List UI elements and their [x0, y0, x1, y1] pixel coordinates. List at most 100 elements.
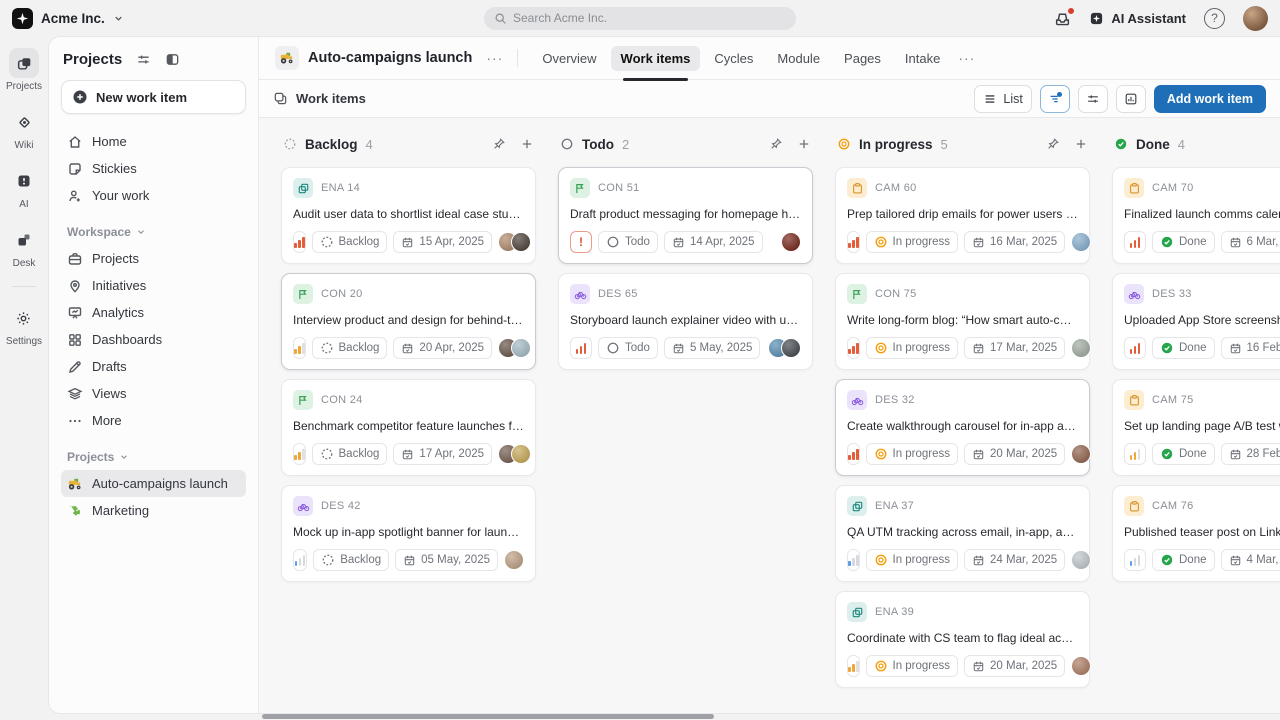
priority-low-chip[interactable]: [293, 549, 307, 571]
due-date-chip[interactable]: 20 Mar, 2025: [964, 443, 1065, 465]
priority-medium-chip[interactable]: [847, 655, 860, 677]
tab-work-items[interactable]: Work items: [611, 46, 701, 71]
tab-module[interactable]: Module: [767, 46, 830, 71]
work-item-card[interactable]: CON 20Interview product and design for b…: [281, 273, 536, 370]
work-item-card[interactable]: ENA 14Audit user data to shortlist ideal…: [281, 167, 536, 264]
state-chip[interactable]: In progress: [866, 337, 959, 359]
rail-item-projects[interactable]: Projects: [6, 48, 42, 92]
priority-high-chip[interactable]: [847, 337, 860, 359]
work-item-card[interactable]: DES 42Mock up in-app spotlight banner fo…: [281, 485, 536, 582]
assignee-avatars[interactable]: [781, 232, 801, 252]
ai-assistant-button[interactable]: AI Assistant: [1089, 11, 1186, 26]
assignee-avatars[interactable]: [498, 338, 531, 358]
rail-item-wiki[interactable]: Wiki: [9, 107, 39, 151]
sidebar-collapse-icon[interactable]: [165, 52, 180, 67]
due-date-chip[interactable]: 24 Mar, 2025: [964, 549, 1065, 571]
list-view-button[interactable]: List: [974, 85, 1031, 113]
sidebar-section-projects[interactable]: Projects: [67, 450, 240, 464]
user-avatar[interactable]: [1243, 6, 1268, 31]
priority-high-chip[interactable]: [847, 231, 860, 253]
work-item-card[interactable]: CON 24Benchmark competitor feature launc…: [281, 379, 536, 476]
assignee-avatars[interactable]: [498, 232, 531, 252]
sidebar-item-stickies[interactable]: Stickies: [61, 155, 246, 182]
due-date-chip[interactable]: 16 Mar, 2025: [964, 231, 1065, 253]
priority-high-chip[interactable]: [293, 231, 306, 253]
sidebar-item-your-work[interactable]: Your work: [61, 182, 246, 209]
state-chip[interactable]: In progress: [866, 231, 959, 253]
sidebar-item-dashboards[interactable]: Dashboards: [61, 326, 246, 353]
priority-high-chip[interactable]: [1124, 231, 1146, 253]
priority-low-chip[interactable]: [847, 549, 860, 571]
state-chip[interactable]: Backlog: [312, 337, 388, 359]
due-date-chip[interactable]: 6 Mar, 20: [1221, 231, 1280, 253]
work-item-card[interactable]: CAM 76Published teaser post on LinkeDone…: [1112, 485, 1280, 582]
rail-item-ai[interactable]: AI: [9, 166, 39, 210]
help-button[interactable]: ?: [1204, 8, 1225, 29]
work-item-card[interactable]: CON 51Draft product messaging for homepa…: [558, 167, 813, 264]
tabs-more-button[interactable]: ···: [954, 50, 979, 66]
assignee-avatars[interactable]: [768, 338, 801, 358]
priority-medium-chip[interactable]: [293, 337, 306, 359]
sidebar-section-workspace[interactable]: Workspace: [67, 225, 240, 239]
sidebar-item-views[interactable]: Views: [61, 380, 246, 407]
priority-medium-chip[interactable]: [1124, 443, 1146, 465]
state-chip[interactable]: Backlog: [313, 549, 389, 571]
sidebar-item-initiatives[interactable]: Initiatives: [61, 272, 246, 299]
due-date-chip[interactable]: 16 Feb, 20: [1221, 337, 1280, 359]
tab-intake[interactable]: Intake: [895, 46, 950, 71]
assignee-avatars[interactable]: [1071, 232, 1091, 252]
due-date-chip[interactable]: 15 Apr, 2025: [393, 231, 492, 253]
state-chip[interactable]: In progress: [866, 655, 959, 677]
sidebar-item-projects[interactable]: Projects: [61, 245, 246, 272]
inbox-button[interactable]: [1054, 10, 1071, 27]
assignee-avatars[interactable]: [498, 444, 531, 464]
analytics-view-button[interactable]: [1116, 85, 1146, 113]
horizontal-scrollbar[interactable]: [262, 714, 714, 719]
tab-pages[interactable]: Pages: [834, 46, 891, 71]
sidebar-item-home[interactable]: Home: [61, 128, 246, 155]
due-date-chip[interactable]: 17 Apr, 2025: [393, 443, 492, 465]
work-item-card[interactable]: DES 32Create walkthrough carousel for in…: [835, 379, 1090, 476]
work-item-card[interactable]: CAM 75Set up landing page A/B test wDone…: [1112, 379, 1280, 476]
due-date-chip[interactable]: 28 Feb, 2: [1221, 443, 1280, 465]
state-chip[interactable]: Backlog: [312, 443, 388, 465]
sidebar-item-drafts[interactable]: Drafts: [61, 353, 246, 380]
due-date-chip[interactable]: 4 Mar, 20: [1221, 549, 1280, 571]
global-search-input[interactable]: Search Acme Inc.: [484, 7, 796, 30]
due-date-chip[interactable]: 05 May, 2025: [395, 549, 498, 571]
priority-high-chip[interactable]: [847, 443, 860, 465]
pin-icon[interactable]: [769, 137, 783, 151]
work-item-card[interactable]: CAM 60Prep tailored drip emails for powe…: [835, 167, 1090, 264]
sidebar-item-more[interactable]: More: [61, 407, 246, 434]
assignee-avatars[interactable]: [1071, 338, 1091, 358]
add-card-icon[interactable]: [797, 137, 811, 151]
due-date-chip[interactable]: 5 May, 2025: [664, 337, 760, 359]
priority-high-chip[interactable]: [570, 337, 592, 359]
state-chip[interactable]: Todo: [598, 231, 658, 253]
tab-cycles[interactable]: Cycles: [704, 46, 763, 71]
state-chip[interactable]: Backlog: [312, 231, 388, 253]
state-chip[interactable]: Done: [1152, 443, 1215, 465]
state-chip[interactable]: In progress: [866, 549, 959, 571]
rail-item-desk[interactable]: Desk: [9, 225, 39, 269]
due-date-chip[interactable]: 14 Apr, 2025: [664, 231, 763, 253]
assignee-avatars[interactable]: [1071, 656, 1091, 676]
work-item-card[interactable]: DES 65Storyboard launch explainer video …: [558, 273, 813, 370]
priority-high-chip[interactable]: [1124, 337, 1146, 359]
sidebar-filter-icon[interactable]: [136, 52, 151, 67]
rail-item-settings[interactable]: Settings: [6, 303, 42, 347]
pin-icon[interactable]: [492, 137, 506, 151]
state-chip[interactable]: Done: [1152, 549, 1215, 571]
assignee-avatars[interactable]: [504, 550, 524, 570]
assignee-avatars[interactable]: [1071, 444, 1091, 464]
display-settings-button[interactable]: [1078, 85, 1108, 113]
pin-icon[interactable]: [1046, 137, 1060, 151]
due-date-chip[interactable]: 20 Apr, 2025: [393, 337, 492, 359]
filters-button[interactable]: [1040, 85, 1070, 113]
assignee-avatars[interactable]: [1071, 550, 1091, 570]
project-more-button[interactable]: ···: [482, 50, 507, 66]
sidebar-item-auto-campaigns-launch[interactable]: Auto-campaigns launch: [61, 470, 246, 497]
work-item-card[interactable]: DES 33Uploaded App Store screenshoDone16…: [1112, 273, 1280, 370]
state-chip[interactable]: In progress: [866, 443, 959, 465]
add-card-icon[interactable]: [520, 137, 534, 151]
